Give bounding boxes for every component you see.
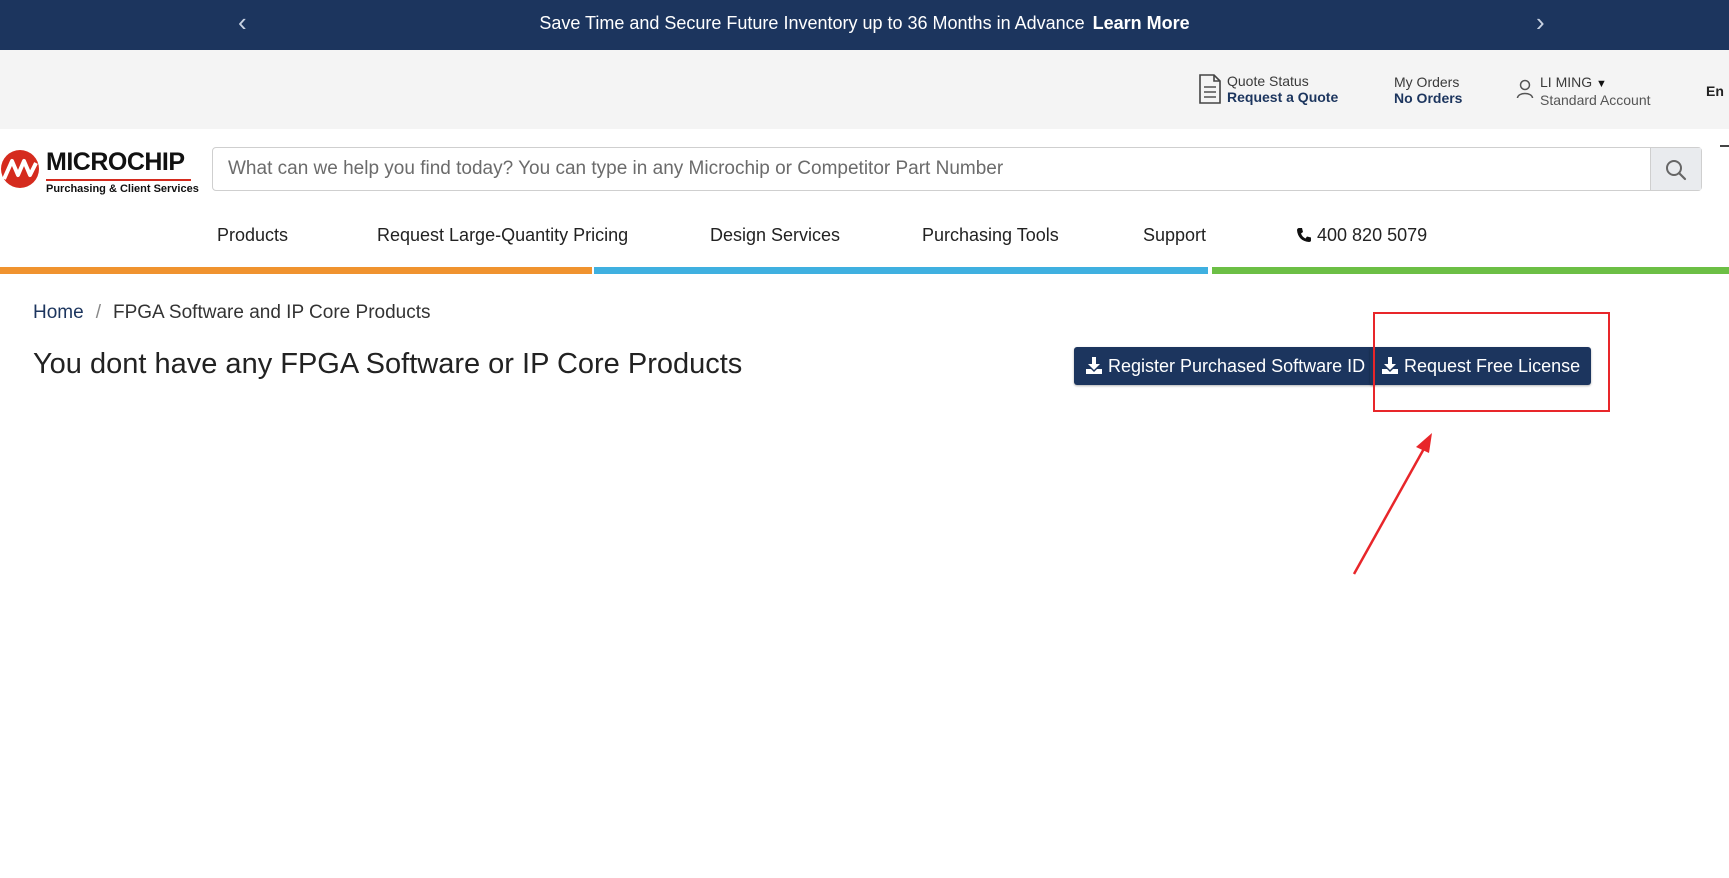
banner-message: Save Time and Secure Future Inventory up…: [0, 13, 1729, 34]
phone-number: 400 820 5079: [1317, 225, 1428, 245]
search-bar: [212, 147, 1702, 191]
search-icon: [1666, 160, 1687, 181]
download-icon: [1086, 357, 1102, 374]
promo-banner: ‹ Save Time and Secure Future Inventory …: [0, 0, 1729, 50]
quote-status-label: Quote Status: [1227, 73, 1309, 89]
breadcrumb-current: FPGA Software and IP Core Products: [112, 302, 431, 323]
logo-divider: [46, 179, 191, 181]
page-title: You dont have any FPGA Software or IP Co…: [33, 348, 743, 380]
logo-brand: MICROCHIP: [46, 148, 185, 176]
orders-value[interactable]: No Orders: [1394, 90, 1462, 106]
utility-bar: Quote Status Request a Quote My Orders N…: [0, 50, 1729, 129]
microchip-logo-mark: [1, 150, 39, 188]
breadcrumb-home[interactable]: Home: [33, 302, 84, 323]
microchip-logo[interactable]: MICROCHIP Purchasing & Client Services: [0, 139, 200, 199]
register-software-label: Register Purchased Software ID: [1108, 356, 1366, 376]
nav-support[interactable]: Support: [1143, 225, 1206, 246]
chevron-right-icon[interactable]: ›: [1536, 0, 1545, 46]
nav-design-services[interactable]: Design Services: [710, 225, 840, 246]
user-account-menu[interactable]: LI MING ▼ Standard Account: [1516, 74, 1651, 108]
learn-more-link[interactable]: Learn More: [1093, 13, 1190, 33]
user-icon: [1516, 79, 1534, 99]
account-type: Standard Account: [1540, 92, 1651, 108]
my-orders-label: My Orders: [1394, 74, 1460, 90]
breadcrumb-separator: /: [95, 302, 101, 323]
breadcrumb: Home / FPGA Software and IP Core Products: [33, 302, 431, 324]
user-name: LI MING: [1540, 74, 1593, 90]
nav-phone[interactable]: 400 820 5079: [1296, 225, 1427, 246]
quote-status[interactable]: Quote Status Request a Quote: [1198, 73, 1338, 105]
nav-products[interactable]: Products: [217, 225, 288, 246]
stripe-orange: [0, 267, 592, 274]
language-selector[interactable]: En: [1706, 83, 1724, 99]
document-icon: [1199, 74, 1221, 104]
phone-icon: [1297, 228, 1311, 242]
stripe-blue: [594, 267, 1208, 274]
banner-text: Save Time and Secure Future Inventory up…: [539, 13, 1085, 33]
cart-icon[interactable]: [1720, 145, 1729, 147]
my-orders[interactable]: My Orders No Orders: [1394, 74, 1462, 106]
logo-subtitle: Purchasing & Client Services: [46, 183, 199, 195]
caret-down-icon[interactable]: ▼: [1596, 78, 1607, 90]
search-input[interactable]: [213, 148, 1653, 190]
annotation-highlight-box: [1373, 312, 1610, 412]
request-quote-link[interactable]: Request a Quote: [1227, 89, 1338, 105]
nav-purchasing-tools[interactable]: Purchasing Tools: [922, 225, 1059, 246]
nav-request-pricing[interactable]: Request Large-Quantity Pricing: [377, 225, 628, 246]
stripe-green: [1212, 267, 1729, 274]
site-header: MICROCHIP Purchasing & Client Services P…: [0, 129, 1729, 271]
main-navigation: Products Request Large-Quantity Pricing …: [0, 225, 1729, 255]
register-software-button[interactable]: Register Purchased Software ID: [1074, 347, 1377, 385]
search-button[interactable]: [1650, 148, 1701, 190]
